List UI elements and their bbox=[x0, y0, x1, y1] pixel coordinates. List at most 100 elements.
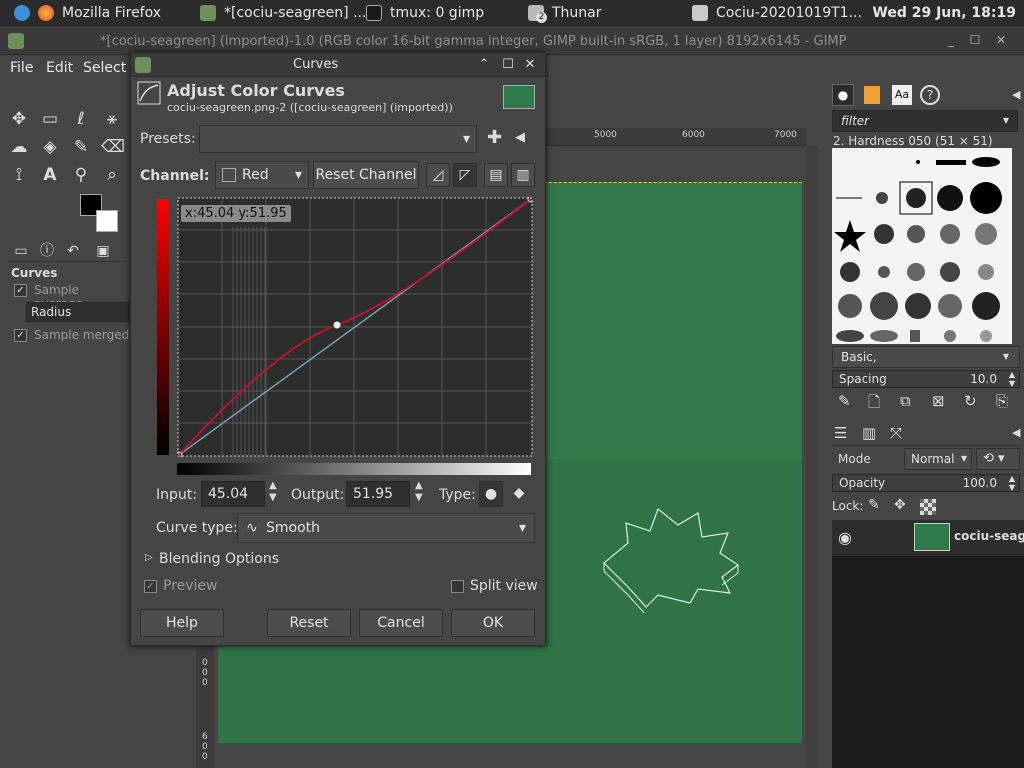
help-button[interactable]: Help bbox=[140, 609, 224, 637]
reset-channel-button[interactable]: Reset Channel bbox=[313, 161, 419, 189]
reset-button[interactable]: Reset bbox=[267, 609, 351, 637]
channel-dropdown[interactable]: Red ▾ bbox=[215, 161, 309, 189]
zoom-tool-icon[interactable]: ⌕ bbox=[101, 164, 123, 186]
taskbar-firefox[interactable]: Mozilla Firefox bbox=[38, 0, 161, 26]
preset-menu-icon[interactable]: ◀ bbox=[515, 130, 525, 145]
taskbar-inkscape[interactable]: Cociu-20201019T1... bbox=[692, 0, 862, 26]
taskbar-gimp[interactable]: *[cociu-seagreen] ... bbox=[200, 0, 366, 26]
warp-tool-icon[interactable]: ☁ bbox=[8, 136, 30, 158]
path-tool-icon[interactable]: ⟟ bbox=[8, 164, 30, 186]
curve-control-point[interactable] bbox=[333, 321, 341, 329]
fuzzy-select-tool-icon[interactable]: ⚹ bbox=[101, 108, 123, 130]
new-brush-icon[interactable]: 🗋 bbox=[868, 392, 880, 417]
input-field[interactable]: 45.04 bbox=[201, 481, 265, 507]
vertical-scrollbar[interactable] bbox=[806, 146, 818, 768]
opacity-slider[interactable]: Opacity 100.0 ▲ ▼ bbox=[832, 474, 1020, 492]
spacing-slider[interactable]: Spacing 10.0 ▲ ▼ bbox=[832, 370, 1020, 388]
output-gradient-bar bbox=[157, 199, 169, 455]
brush-grid[interactable] bbox=[832, 148, 1012, 344]
sample-merged-checkbox[interactable]: ✓ bbox=[14, 329, 27, 342]
channels-tab-icon[interactable]: ▥ bbox=[862, 424, 876, 442]
brushes-tab-icon[interactable]: ● bbox=[832, 84, 854, 106]
expander-arrow-icon[interactable]: ▷ bbox=[145, 552, 153, 563]
ruler-mark: 6000 bbox=[682, 130, 705, 140]
input-label: Input: bbox=[156, 487, 197, 503]
add-preset-icon[interactable]: ✚ bbox=[487, 127, 502, 148]
maximize-icon[interactable]: ☐ bbox=[501, 57, 515, 72]
shade-up-icon[interactable]: ⌃ bbox=[477, 57, 491, 72]
brush-set-dropdown[interactable]: Basic, ▾ bbox=[832, 346, 1020, 368]
presets-dropdown[interactable]: ▾ bbox=[199, 125, 477, 153]
duplicate-brush-icon[interactable]: ⧉ bbox=[900, 392, 911, 410]
system-menu-icon[interactable] bbox=[14, 0, 30, 26]
curves-dialog: Curves ⌃ ☐ ✕ Adjust Color Curves cociu-s… bbox=[130, 52, 546, 646]
tool-options-tab-icon[interactable]: ▭ bbox=[10, 240, 32, 262]
ruler-mark: 0 bbox=[202, 678, 208, 688]
lasso-tool-icon[interactable]: ℓ bbox=[70, 108, 92, 130]
fonts-tab-icon[interactable]: Aa bbox=[892, 85, 912, 105]
sample-average-checkbox[interactable]: ✓ bbox=[14, 284, 27, 297]
close-icon[interactable]: ✕ bbox=[994, 33, 1008, 47]
linear-histogram-icon[interactable]: ◿ bbox=[426, 163, 450, 187]
split-view-label: Split view bbox=[470, 578, 538, 594]
paths-tab-icon[interactable]: ⤧ bbox=[890, 424, 902, 442]
refresh-brushes-icon[interactable]: ↻ bbox=[964, 392, 977, 410]
lock-alpha-icon[interactable] bbox=[920, 499, 936, 515]
layer-row[interactable]: ◉ cociu-seag bbox=[832, 520, 1024, 556]
curve-type-dropdown[interactable]: ∿ Smooth ▾ bbox=[237, 513, 535, 543]
output-field[interactable]: 51.95 bbox=[346, 481, 410, 507]
cancel-button[interactable]: Cancel bbox=[359, 609, 443, 637]
radius-label: Radius bbox=[31, 305, 72, 319]
dialog-titlebar[interactable]: Curves ⌃ ☐ ✕ bbox=[131, 53, 545, 77]
taskbar-tmux[interactable]: tmux: 0 gimp bbox=[366, 0, 484, 26]
opacity-label: Opacity bbox=[839, 476, 886, 490]
radius-field[interactable]: Radius bbox=[26, 302, 130, 322]
log-histogram-icon[interactable]: ◸ bbox=[453, 163, 477, 187]
histogram-view-alt-icon[interactable]: ▥ bbox=[511, 163, 535, 187]
undo-history-tab-icon[interactable]: ↶ bbox=[62, 240, 84, 262]
delete-brush-icon[interactable]: ⊠ bbox=[932, 392, 945, 410]
paintbrush-tool-icon[interactable]: ✎ bbox=[70, 136, 92, 158]
eye-visibility-icon[interactable]: ◉ bbox=[838, 528, 852, 547]
mode-switch-button[interactable]: ⟲ ▾ bbox=[976, 448, 1020, 470]
color-picker-tool-icon[interactable]: ⚲ bbox=[70, 164, 92, 186]
text-tool-icon[interactable]: A bbox=[39, 164, 61, 186]
corner-point-icon[interactable]: ◆ bbox=[507, 481, 531, 507]
menu-select[interactable]: Select bbox=[83, 60, 126, 76]
help-tab-icon[interactable]: ? bbox=[920, 85, 940, 105]
lock-position-icon[interactable]: ✥ bbox=[894, 497, 906, 513]
blending-options-expander[interactable]: Blending Options bbox=[159, 551, 279, 567]
images-tab-icon[interactable]: ▣ bbox=[92, 240, 114, 262]
output-spin-icon[interactable]: ▲ ▼ bbox=[415, 480, 423, 504]
eraser-tool-icon[interactable]: ⌫ bbox=[101, 136, 125, 158]
edit-brush-icon[interactable]: ✎ bbox=[838, 392, 851, 410]
menu-edit[interactable]: Edit bbox=[46, 60, 73, 76]
input-gradient-bar bbox=[177, 463, 531, 475]
layers-tab-icon[interactable]: ☰ bbox=[834, 424, 847, 442]
maximize-icon[interactable]: ☐ bbox=[968, 33, 982, 47]
device-status-tab-icon[interactable]: ⓘ bbox=[36, 240, 58, 262]
smooth-point-icon[interactable]: ● bbox=[479, 481, 503, 507]
move-tool-icon[interactable]: ✥ bbox=[8, 108, 30, 130]
menu-file[interactable]: File bbox=[10, 60, 33, 76]
split-view-checkbox[interactable] bbox=[451, 580, 464, 593]
ok-button[interactable]: OK bbox=[451, 609, 535, 637]
histogram-view-icon[interactable]: ▤ bbox=[484, 163, 508, 187]
open-brush-icon[interactable]: ⎘ bbox=[996, 392, 1008, 410]
lock-pixels-icon[interactable]: ✎ bbox=[868, 497, 880, 513]
patterns-tab-icon[interactable] bbox=[864, 86, 880, 104]
dock-menu-icon[interactable]: ◀ bbox=[1012, 426, 1020, 439]
preview-checkbox[interactable]: ✓ bbox=[144, 580, 157, 593]
close-icon[interactable]: ✕ bbox=[523, 57, 537, 72]
curve-graph[interactable] bbox=[177, 197, 533, 457]
layer-mode-dropdown[interactable]: Normal ▾ bbox=[904, 448, 972, 470]
rect-select-tool-icon[interactable]: ▭ bbox=[39, 108, 61, 130]
input-spin-icon[interactable]: ▲ ▼ bbox=[269, 480, 277, 504]
clock[interactable]: Wed 29 Jun, 18:19 bbox=[872, 0, 1016, 26]
background-color-swatch[interactable] bbox=[96, 210, 118, 232]
dock-menu-icon[interactable]: ◀ bbox=[1012, 88, 1020, 101]
bucket-fill-tool-icon[interactable]: ◈ bbox=[39, 136, 61, 158]
taskbar-thunar[interactable]: 2 Thunar bbox=[528, 0, 602, 26]
minimize-icon[interactable]: _ bbox=[944, 33, 958, 47]
brush-filter-input[interactable]: filter ▾ bbox=[832, 110, 1018, 132]
